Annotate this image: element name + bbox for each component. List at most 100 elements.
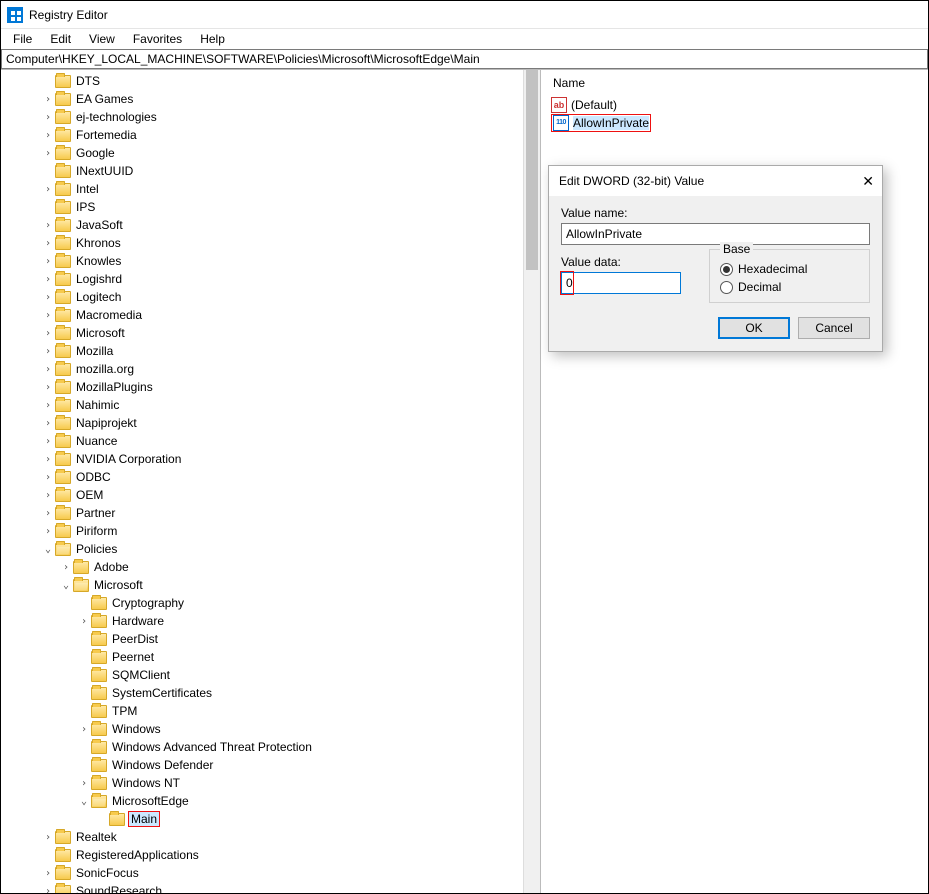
tree-item[interactable]: ›Adobe bbox=[59, 558, 540, 576]
expand-icon[interactable]: › bbox=[41, 310, 55, 321]
tree-item[interactable]: ›Hardware bbox=[77, 612, 540, 630]
cancel-button[interactable]: Cancel bbox=[798, 317, 870, 339]
tree-item[interactable]: Windows Advanced Threat Protection bbox=[77, 738, 540, 756]
tree-item[interactable]: ›Logishrd bbox=[41, 270, 540, 288]
tree-item[interactable]: ›mozilla.org bbox=[41, 360, 540, 378]
tree-item[interactable]: ›Microsoft bbox=[41, 324, 540, 342]
collapse-icon[interactable]: ⌄ bbox=[41, 544, 55, 555]
expand-icon[interactable]: › bbox=[41, 274, 55, 285]
tree-item[interactable]: ›Logitech bbox=[41, 288, 540, 306]
expand-icon[interactable]: › bbox=[41, 292, 55, 303]
tree-item[interactable]: ⌄MicrosoftEdge bbox=[77, 792, 540, 810]
tree-item[interactable]: Windows Defender bbox=[77, 756, 540, 774]
tree-item[interactable]: PeerDist bbox=[77, 630, 540, 648]
value-data-input[interactable] bbox=[561, 272, 681, 294]
expand-icon[interactable]: › bbox=[59, 562, 73, 573]
expand-icon[interactable]: › bbox=[41, 130, 55, 141]
menu-favorites[interactable]: Favorites bbox=[125, 30, 190, 48]
menubar: File Edit View Favorites Help bbox=[1, 29, 928, 49]
collapse-icon[interactable]: ⌄ bbox=[77, 796, 91, 807]
tree-item[interactable]: ›SonicFocus bbox=[41, 864, 540, 882]
tree-scrollbar[interactable] bbox=[523, 70, 540, 893]
scrollbar-thumb[interactable] bbox=[526, 70, 538, 270]
tree-item[interactable]: ›Napiprojekt bbox=[41, 414, 540, 432]
expand-icon[interactable]: › bbox=[41, 220, 55, 231]
tree-item[interactable]: SQMClient bbox=[77, 666, 540, 684]
expand-icon[interactable]: › bbox=[41, 472, 55, 483]
radio-decimal[interactable]: Decimal bbox=[720, 280, 859, 294]
expand-icon[interactable]: › bbox=[41, 94, 55, 105]
tree-item[interactable]: Main bbox=[95, 810, 540, 828]
expand-icon[interactable]: › bbox=[77, 616, 91, 627]
tree-item[interactable]: ›SoundResearch bbox=[41, 882, 540, 893]
tree-item[interactable]: ›Fortemedia bbox=[41, 126, 540, 144]
menu-edit[interactable]: Edit bbox=[42, 30, 79, 48]
tree-item[interactable]: TPM bbox=[77, 702, 540, 720]
menu-file[interactable]: File bbox=[5, 30, 40, 48]
tree-item[interactable]: ›Mozilla bbox=[41, 342, 540, 360]
tree-item[interactable]: ›Piriform bbox=[41, 522, 540, 540]
tree-item[interactable]: ›NVIDIA Corporation bbox=[41, 450, 540, 468]
expand-icon[interactable]: › bbox=[41, 832, 55, 843]
expand-icon[interactable]: › bbox=[41, 436, 55, 447]
expand-icon[interactable]: › bbox=[41, 238, 55, 249]
expand-icon[interactable]: › bbox=[41, 184, 55, 195]
collapse-icon[interactable]: ⌄ bbox=[59, 580, 73, 591]
expand-icon[interactable]: › bbox=[77, 778, 91, 789]
expand-icon[interactable]: › bbox=[41, 418, 55, 429]
tree-item[interactable]: Peernet bbox=[77, 648, 540, 666]
tree-item[interactable]: ›Nuance bbox=[41, 432, 540, 450]
expand-icon[interactable]: › bbox=[41, 454, 55, 465]
tree-item[interactable]: ›ej-technologies bbox=[41, 108, 540, 126]
value-row[interactable]: (Default) bbox=[551, 96, 928, 114]
expand-icon[interactable]: › bbox=[41, 868, 55, 879]
expand-icon[interactable]: › bbox=[41, 328, 55, 339]
tree-item[interactable]: ›OEM bbox=[41, 486, 540, 504]
values-column-header[interactable]: Name bbox=[551, 74, 928, 96]
tree-item[interactable]: ›MozillaPlugins bbox=[41, 378, 540, 396]
tree-item[interactable]: ›EA Games bbox=[41, 90, 540, 108]
tree-item[interactable]: ›Knowles bbox=[41, 252, 540, 270]
tree-item[interactable]: DTS bbox=[41, 72, 540, 90]
expand-icon[interactable]: › bbox=[77, 724, 91, 735]
tree-item[interactable]: IPS bbox=[41, 198, 540, 216]
tree-item[interactable]: ›Macromedia bbox=[41, 306, 540, 324]
tree-item[interactable]: ›Khronos bbox=[41, 234, 540, 252]
tree-item[interactable]: ›Realtek bbox=[41, 828, 540, 846]
tree-item[interactable]: ›Partner bbox=[41, 504, 540, 522]
ok-button[interactable]: OK bbox=[718, 317, 790, 339]
expand-icon[interactable]: › bbox=[41, 526, 55, 537]
address-bar[interactable]: Computer\HKEY_LOCAL_MACHINE\SOFTWARE\Pol… bbox=[1, 49, 928, 69]
tree-item[interactable]: ›Intel bbox=[41, 180, 540, 198]
tree-item[interactable]: ›Windows bbox=[77, 720, 540, 738]
expand-icon[interactable]: › bbox=[41, 148, 55, 159]
tree-item[interactable]: ›ODBC bbox=[41, 468, 540, 486]
expand-icon[interactable]: › bbox=[41, 490, 55, 501]
dialog-titlebar[interactable]: Edit DWORD (32-bit) Value ✕ bbox=[549, 166, 882, 196]
radio-hexadecimal[interactable]: Hexadecimal bbox=[720, 262, 859, 276]
menu-view[interactable]: View bbox=[81, 30, 123, 48]
tree-item[interactable]: INextUUID bbox=[41, 162, 540, 180]
registry-tree[interactable]: DTS›EA Games›ej-technologies›Fortemedia›… bbox=[41, 72, 540, 893]
tree-item[interactable]: ›Nahimic bbox=[41, 396, 540, 414]
expand-icon[interactable]: › bbox=[41, 112, 55, 123]
expand-icon[interactable]: › bbox=[41, 508, 55, 519]
tree-item[interactable]: SystemCertificates bbox=[77, 684, 540, 702]
tree-item[interactable]: ⌄Policies bbox=[41, 540, 540, 558]
expand-icon[interactable]: › bbox=[41, 256, 55, 267]
expand-icon[interactable]: › bbox=[41, 364, 55, 375]
tree-item[interactable]: ⌄Microsoft bbox=[59, 576, 540, 594]
close-icon[interactable]: ✕ bbox=[862, 173, 874, 190]
expand-icon[interactable]: › bbox=[41, 346, 55, 357]
expand-icon[interactable]: › bbox=[41, 886, 55, 894]
tree-item[interactable]: ›Google bbox=[41, 144, 540, 162]
menu-help[interactable]: Help bbox=[192, 30, 233, 48]
value-name-input[interactable] bbox=[561, 223, 870, 245]
tree-item[interactable]: Cryptography bbox=[77, 594, 540, 612]
tree-item[interactable]: ›Windows NT bbox=[77, 774, 540, 792]
expand-icon[interactable]: › bbox=[41, 382, 55, 393]
value-row[interactable]: AllowInPrivate bbox=[551, 114, 651, 132]
tree-item[interactable]: RegisteredApplications bbox=[41, 846, 540, 864]
expand-icon[interactable]: › bbox=[41, 400, 55, 411]
tree-item[interactable]: ›JavaSoft bbox=[41, 216, 540, 234]
